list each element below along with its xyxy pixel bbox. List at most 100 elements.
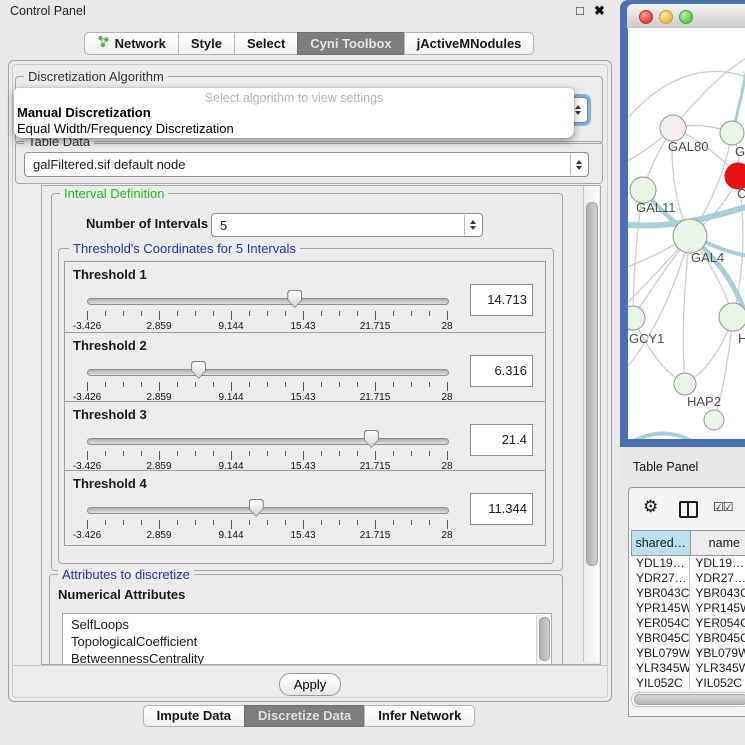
table-row[interactable]: YLR345WYLR345W: [631, 661, 745, 676]
tick-mark: [123, 520, 124, 525]
table-column-header-shared[interactable]: shared…: [631, 530, 691, 556]
table-row[interactable]: YER054CYER054C: [631, 616, 745, 631]
network-node-gal80[interactable]: [660, 115, 686, 141]
network-node-gcy1[interactable]: [628, 306, 645, 330]
table-column-header-name[interactable]: name: [690, 530, 745, 556]
dropdown-prompt-item[interactable]: Select algorithm to view settings: [14, 88, 574, 105]
table-hscrollbar-thumb[interactable]: [634, 694, 745, 705]
tab-impute-data[interactable]: Impute Data: [143, 705, 245, 727]
tick-mark: [159, 382, 160, 391]
network-node-ga[interactable]: [720, 121, 744, 145]
tick-mark: [321, 451, 322, 456]
threshold-value-field[interactable]: 21.4: [470, 424, 533, 456]
algorithm-dropdown-popup: Select algorithm to view settings Manual…: [14, 88, 574, 138]
float-window-icon[interactable]: □: [576, 3, 584, 18]
tick-mark: [105, 451, 106, 456]
network-node-h[interactable]: [719, 303, 745, 331]
slider-track[interactable]: [87, 507, 449, 514]
slider-handle[interactable]: [287, 290, 302, 308]
group-title-discretization-algorithm: Discretization Algorithm: [24, 69, 168, 84]
table-hscrollbar[interactable]: [631, 692, 745, 707]
network-node[interactable]: [704, 410, 724, 430]
network-canvas[interactable]: GAL80GACGAL11GAL4GCY1HHAP2: [628, 28, 745, 439]
table-row[interactable]: YIL052CYIL052C: [631, 676, 745, 689]
tick-mark: [303, 451, 304, 460]
number-of-intervals-select[interactable]: 5: [211, 213, 483, 237]
slider-handle[interactable]: [191, 361, 206, 379]
attributes-scrollbar[interactable]: [536, 615, 550, 665]
tick-mark: [195, 520, 196, 525]
tick-mark: [141, 520, 142, 525]
table-row[interactable]: YDL19…YDL19…: [631, 556, 745, 571]
tick-mark: [267, 382, 268, 387]
tick-label: 21.715: [360, 321, 391, 332]
tick-mark: [87, 451, 88, 460]
network-node-label: GAL11: [636, 200, 676, 215]
table-data-select[interactable]: galFiltered.sif default node: [24, 152, 589, 177]
tick-mark: [123, 382, 124, 387]
network-window-titlebar[interactable]: [627, 4, 745, 29]
apply-button[interactable]: Apply: [279, 673, 341, 696]
table-row[interactable]: YBL079WYBL079W: [631, 646, 745, 661]
tab-jactivemnodules[interactable]: jActiveMNodules: [404, 32, 535, 55]
slider-rail: -3.4262.8599.14415.4321.71528: [87, 357, 447, 401]
gear-icon[interactable]: ⚙: [643, 497, 658, 517]
table-row[interactable]: YBR045CYBR045C: [631, 631, 745, 646]
tick-mark: [213, 451, 214, 456]
tab-infer-network[interactable]: Infer Network: [364, 705, 475, 727]
tab-select[interactable]: Select: [234, 32, 298, 55]
attribute-item[interactable]: TopologicalCoefficient: [63, 633, 551, 650]
zoom-traffic-light-icon[interactable]: [679, 10, 693, 24]
network-graph[interactable]: GAL80GACGAL11GAL4GCY1HHAP2: [628, 28, 745, 439]
network-node-gal4[interactable]: [673, 219, 707, 253]
table-cell: YLR345W: [690, 661, 745, 676]
dropdown-item-manual-discretization[interactable]: Manual Discretization: [14, 105, 574, 121]
threshold-value-field[interactable]: 11.344: [470, 493, 533, 525]
tab-cyni-toolbox[interactable]: Cyni Toolbox: [297, 32, 404, 55]
table-row[interactable]: YDR27…YDR27…: [631, 571, 745, 586]
network-edge[interactable]: [673, 56, 745, 128]
network-edge[interactable]: [628, 236, 690, 373]
close-icon[interactable]: ✖: [594, 3, 605, 19]
threshold-value-field[interactable]: 14.713: [470, 284, 533, 316]
tick-mark: [375, 311, 376, 320]
column-layout-icon[interactable]: [679, 501, 698, 518]
tick-mark: [357, 520, 358, 525]
table-row[interactable]: YBR043CYBR043C: [631, 586, 745, 601]
tab-network[interactable]: Network: [84, 32, 179, 55]
network-node-hap2[interactable]: [674, 373, 696, 395]
select-columns-icon[interactable]: ☑☑: [713, 500, 733, 514]
settings-scrollbar[interactable]: [583, 186, 599, 662]
attribute-item[interactable]: SelfLoops: [63, 616, 551, 633]
numerical-attributes-list[interactable]: SelfLoopsTopologicalCoefficientBetweenne…: [62, 613, 552, 665]
network-edge[interactable]: [633, 318, 685, 384]
attribute-item[interactable]: BetweennessCentrality: [63, 650, 551, 665]
tab-label: Style: [191, 33, 222, 54]
table-panel-title: Table Panel: [633, 460, 698, 474]
tab-style[interactable]: Style: [178, 32, 235, 55]
threshold-label: Threshold 3: [73, 407, 147, 422]
attributes-scrollbar-thumb[interactable]: [539, 617, 550, 661]
network-edge[interactable]: [628, 71, 745, 123]
slider-handle[interactable]: [249, 499, 264, 517]
tab-discretize-data[interactable]: Discretize Data: [244, 705, 365, 727]
dropdown-item-equal-width-frequency-discretization[interactable]: Equal Width/Frequency Discretization: [14, 121, 574, 137]
close-traffic-light-icon[interactable]: [639, 10, 653, 24]
threshold-label: Threshold 4: [73, 476, 147, 491]
dropdown-items: Manual DiscretizationEqual Width/Frequen…: [14, 105, 574, 137]
network-edge[interactable]: [683, 236, 690, 384]
tick-mark: [285, 382, 286, 387]
slider-track[interactable]: [87, 298, 449, 305]
tick-mark: [195, 451, 196, 456]
minimize-traffic-light-icon[interactable]: [659, 10, 673, 24]
slider-track[interactable]: [87, 438, 449, 445]
slider-track[interactable]: [87, 369, 449, 376]
slider-handle[interactable]: [364, 430, 379, 448]
network-edge[interactable]: [628, 433, 708, 439]
table-cell: YDL19…: [690, 556, 745, 571]
threshold-value-field[interactable]: 6.316: [470, 355, 533, 387]
threshold-label: Threshold 2: [73, 338, 147, 353]
table-row[interactable]: YPR145WYPR145W: [631, 601, 745, 616]
tick-mark: [105, 311, 106, 316]
settings-scrollbar-thumb[interactable]: [586, 202, 598, 566]
